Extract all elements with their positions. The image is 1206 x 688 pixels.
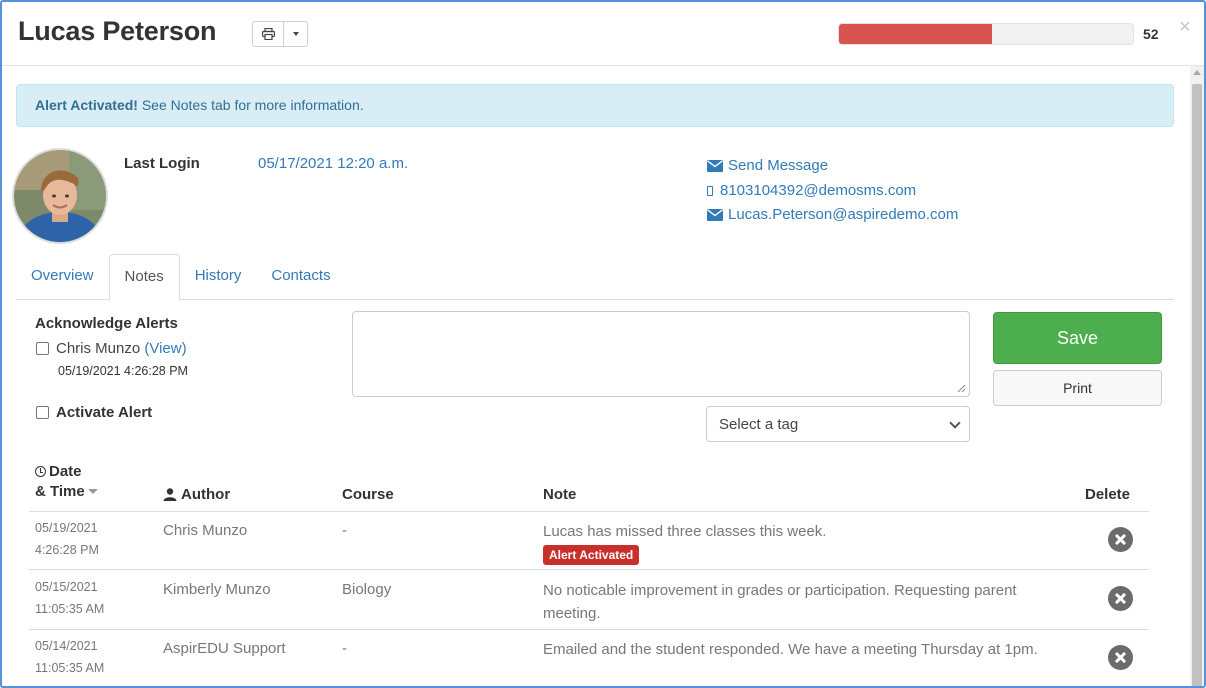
date-header-line1: Date xyxy=(49,463,82,480)
clock-icon xyxy=(35,466,46,477)
chevron-down-icon xyxy=(949,417,961,429)
tab-overview[interactable]: Overview xyxy=(16,254,109,300)
row-author: Chris Munzo xyxy=(163,522,248,539)
progress-fill xyxy=(839,24,992,44)
email-link[interactable]: Lucas.Peterson@aspiredemo.com xyxy=(707,203,958,228)
delete-header: Delete xyxy=(1085,486,1131,503)
alert-banner: Alert Activated! See Notes tab for more … xyxy=(16,84,1174,127)
row-date: 05/14/2021 11:05:35 AM xyxy=(35,639,105,675)
progress-value: 52 xyxy=(1143,26,1159,42)
send-message-label: Send Message xyxy=(728,157,829,174)
delete-note-button[interactable] xyxy=(1108,586,1133,611)
row-note: Lucas has missed three classes this week… xyxy=(543,520,1073,566)
avatar xyxy=(14,150,106,242)
print-options-dropdown[interactable] xyxy=(283,22,307,46)
row-course: - xyxy=(342,640,347,657)
row-date: 05/19/2021 4:26:28 PM xyxy=(35,521,99,557)
printer-icon xyxy=(261,28,275,40)
activate-alert-checkbox[interactable] xyxy=(36,406,49,419)
row-note: No noticable improvement in grades or pa… xyxy=(543,582,1017,622)
table-header-divider xyxy=(29,511,1149,512)
acknowledge-alerts-title: Acknowledge Alerts xyxy=(35,315,178,332)
student-detail-modal: Lucas Peterson 52 × Alert Activated! See… xyxy=(0,0,1206,688)
tab-bar: Overview Notes History Contacts xyxy=(16,254,1174,301)
email-address: Lucas.Peterson@aspiredemo.com xyxy=(728,206,959,223)
student-name: Lucas Peterson xyxy=(18,16,217,46)
print-button-group xyxy=(252,21,308,47)
author-header: Author xyxy=(163,486,230,503)
row-note-text: Lucas has missed three classes this week… xyxy=(543,523,827,540)
view-link[interactable]: (View) xyxy=(144,340,186,357)
resize-grip-icon[interactable] xyxy=(956,383,966,393)
print-button[interactable] xyxy=(253,22,283,46)
date-time-header[interactable]: Date & Time xyxy=(35,462,98,502)
activate-alert-label: Activate Alert xyxy=(56,404,153,421)
delete-note-button[interactable] xyxy=(1108,645,1133,670)
tag-select[interactable]: Select a tag xyxy=(706,406,970,442)
caret-down-icon xyxy=(292,32,299,36)
contact-list: Send Message 8103104392@demosms.com Luca… xyxy=(707,154,958,228)
activate-alert-item: Activate Alert xyxy=(36,404,152,421)
close-icon[interactable]: × xyxy=(1179,16,1191,39)
date-header-line2: & Time xyxy=(35,483,85,500)
vertical-scrollbar[interactable] xyxy=(1190,66,1204,686)
alert-strong-text: Alert Activated! xyxy=(35,97,138,113)
user-icon xyxy=(163,488,177,501)
sms-address: 8103104392@demosms.com xyxy=(720,181,917,199)
note-header: Note xyxy=(543,486,577,503)
progress-bar xyxy=(838,23,1134,45)
scroll-thumb[interactable] xyxy=(1192,84,1202,686)
row-course: - xyxy=(342,522,347,539)
row-date: 05/15/2021 11:05:35 AM xyxy=(35,580,105,616)
modal-header: Lucas Peterson 52 × xyxy=(2,2,1204,66)
scroll-up-arrow[interactable] xyxy=(1193,70,1201,75)
row-author: Kimberly Munzo xyxy=(163,581,271,598)
save-button[interactable]: Save xyxy=(993,312,1162,364)
delete-note-button[interactable] xyxy=(1108,527,1133,552)
sms-link[interactable]: 8103104392@demosms.com xyxy=(707,179,958,204)
author-header-label: Author xyxy=(181,486,231,503)
row-author: AspirEDU Support xyxy=(163,640,286,657)
row-note: Emailed and the student responded. We ha… xyxy=(543,641,1038,658)
tag-select-value: Select a tag xyxy=(719,416,799,433)
acknowledge-checkbox[interactable] xyxy=(36,342,49,355)
alert-text: See Notes tab for more information. xyxy=(137,97,364,113)
alert-activated-badge: Alert Activated xyxy=(543,545,640,565)
print-note-button[interactable]: Print xyxy=(993,370,1162,406)
last-login-label: Last Login xyxy=(124,155,200,172)
send-message-link[interactable]: Send Message xyxy=(707,154,958,179)
row-divider xyxy=(29,629,1149,630)
row-divider xyxy=(29,569,1149,570)
envelope-icon xyxy=(707,160,723,173)
last-login-value: 05/17/2021 12:20 a.m. xyxy=(258,155,409,172)
acknowledge-time: 05/19/2021 4:26:28 PM xyxy=(58,364,188,378)
tab-notes[interactable]: Notes xyxy=(108,254,180,301)
acknowledge-alert-item: Chris Munzo (View) xyxy=(36,340,187,357)
acknowledge-person: Chris Munzo xyxy=(56,340,141,357)
tab-history[interactable]: History xyxy=(180,254,257,300)
mobile-phone-icon xyxy=(707,185,713,196)
sort-caret-icon xyxy=(87,489,98,494)
row-course: Biology xyxy=(342,581,392,598)
course-header: Course xyxy=(342,486,394,503)
tab-contacts[interactable]: Contacts xyxy=(256,254,345,300)
note-textarea[interactable] xyxy=(352,311,970,397)
envelope-icon xyxy=(707,209,723,222)
